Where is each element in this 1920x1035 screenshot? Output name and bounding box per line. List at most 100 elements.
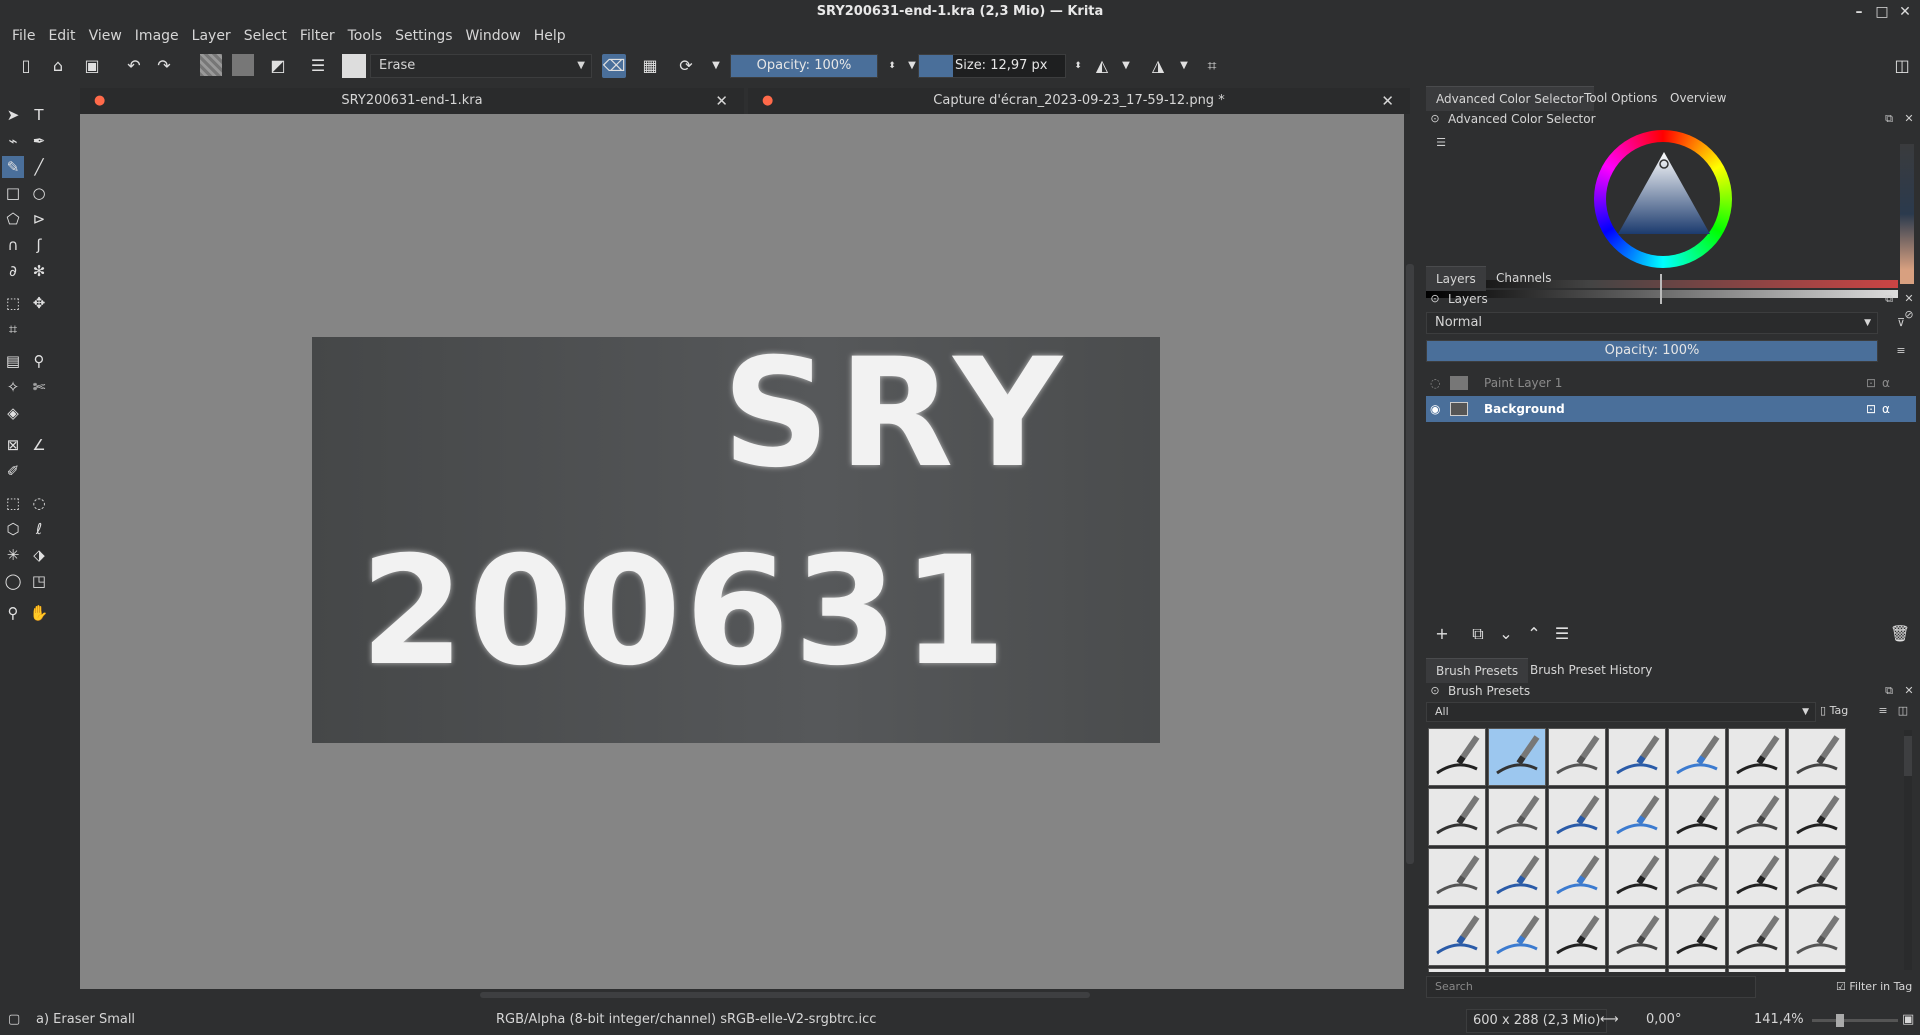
brush-preset-tile[interactable] xyxy=(1428,968,1486,972)
eraser-mode-icon[interactable]: ⌫ xyxy=(602,54,626,78)
brush-preset-tile[interactable] xyxy=(1488,848,1546,906)
tab-channels[interactable]: Channels xyxy=(1486,266,1562,290)
contiguous-select-icon[interactable]: ✳ xyxy=(2,544,24,566)
preset-scrollbar[interactable] xyxy=(1904,730,1912,970)
multibrush-icon[interactable]: ✻ xyxy=(28,260,50,282)
brush-preset-tile[interactable] xyxy=(1428,728,1486,786)
swap-colors-icon[interactable]: ◩ xyxy=(266,54,290,78)
layer-row-selected[interactable]: ◉ Background ⊡ α xyxy=(1426,396,1916,422)
float-icon[interactable]: ⧉ xyxy=(1882,292,1896,306)
freehand-brush-icon[interactable]: ✎ xyxy=(2,156,24,178)
tag-button[interactable]: ▯ Tag xyxy=(1820,704,1848,717)
brush-preset-tile[interactable] xyxy=(1488,788,1546,846)
freehand-path-icon[interactable]: ʃ xyxy=(28,234,50,256)
delete-layer-icon[interactable]: 🗑 xyxy=(1888,622,1912,646)
brush-preset-tile[interactable] xyxy=(1428,788,1486,846)
vertical-scrollbar[interactable] xyxy=(1404,114,1416,989)
alpha-icon[interactable]: α xyxy=(1882,370,1890,396)
ellipse-select-icon[interactable]: ◌ xyxy=(28,492,50,514)
brush-preset-tile[interactable] xyxy=(1728,908,1786,966)
scroll-thumb[interactable] xyxy=(1406,264,1414,864)
crop-tool-icon[interactable]: ⌗ xyxy=(2,318,24,340)
mirror-vertical-icon[interactable]: ◮ xyxy=(1146,54,1170,78)
settings-icon[interactable]: ☰ xyxy=(1434,136,1448,150)
brush-preset-tile[interactable] xyxy=(1788,968,1846,972)
lock-icon[interactable]: ⊙ xyxy=(1428,684,1442,698)
brush-preset-tile[interactable] xyxy=(1488,968,1546,972)
reference-tool-icon[interactable]: ✐ xyxy=(2,460,24,482)
menu-image[interactable]: Image xyxy=(135,28,179,44)
bezier-select-icon[interactable]: ◯ xyxy=(2,570,24,592)
text-tool-icon[interactable]: T xyxy=(28,104,50,126)
tab-capture[interactable]: ● Capture d'écran_2023-09-23_17-59-12.pn… xyxy=(748,88,1410,114)
brush-preset-tile[interactable] xyxy=(1788,788,1846,846)
close-icon[interactable]: ✕ xyxy=(1902,292,1916,306)
alpha-icon[interactable]: α xyxy=(1882,396,1890,422)
brush-preset-tile[interactable] xyxy=(1608,968,1666,972)
brush-preset-tile[interactable] xyxy=(1608,848,1666,906)
colorize-mask-icon[interactable]: ✧ xyxy=(2,376,24,398)
tab-brush-presets[interactable]: Brush Presets xyxy=(1426,658,1529,683)
brush-preset-tile[interactable] xyxy=(1668,848,1726,906)
polyline-tool-icon[interactable]: ⊳ xyxy=(28,208,50,230)
fill-gradient-icon[interactable] xyxy=(200,54,222,76)
select-shapes-icon[interactable]: ➤ xyxy=(2,104,24,126)
move-down-icon[interactable]: ⌄ xyxy=(1494,622,1518,646)
zoom-slider[interactable] xyxy=(1812,1014,1898,1027)
layer-properties-icon[interactable]: ☰ xyxy=(1550,622,1574,646)
new-document-icon[interactable]: ▯ xyxy=(14,54,38,78)
document-image[interactable]: SRY 200631 xyxy=(312,337,1160,743)
brush-preset-tile[interactable] xyxy=(1788,848,1846,906)
menu-tools[interactable]: Tools xyxy=(348,28,383,44)
size-stepper-icon[interactable]: ⬍ xyxy=(1066,54,1090,78)
preset-search-input[interactable]: Search xyxy=(1426,976,1756,998)
zoom-value[interactable]: 141,4% xyxy=(1754,1005,1804,1035)
tab-overview[interactable]: Overview xyxy=(1660,86,1737,110)
menu-view[interactable]: View xyxy=(89,28,122,44)
rectangle-tool-icon[interactable]: □ xyxy=(2,182,24,204)
brush-preset-tile[interactable] xyxy=(1728,728,1786,786)
brush-preset-tile[interactable] xyxy=(1728,968,1786,972)
color-history-strip[interactable] xyxy=(1900,144,1914,284)
rotation-value[interactable]: 0,00° xyxy=(1646,1005,1681,1035)
reload-preset-icon[interactable]: ⟳ xyxy=(674,54,698,78)
display-icon[interactable]: ◫ xyxy=(1896,704,1910,718)
visibility-off-icon[interactable]: ◌ xyxy=(1430,370,1440,396)
freehand-select-icon[interactable]: ℓ xyxy=(28,518,50,540)
duplicate-layer-icon[interactable]: ⧉ xyxy=(1466,622,1490,646)
close-icon[interactable]: ✕ xyxy=(1896,2,1914,22)
tab-tool-options[interactable]: Tool Options xyxy=(1574,86,1667,110)
menu-window[interactable]: Window xyxy=(466,28,521,44)
brush-preset-tile[interactable] xyxy=(1428,908,1486,966)
wrap-around-icon[interactable]: ⌗ xyxy=(1200,54,1224,78)
brush-preset-tile[interactable] xyxy=(1488,728,1546,786)
brush-preset-tile[interactable] xyxy=(1608,908,1666,966)
menu-layer[interactable]: Layer xyxy=(192,28,231,44)
menu-file[interactable]: File xyxy=(12,28,35,44)
preserve-alpha-icon[interactable]: ▦ xyxy=(638,54,662,78)
shade-bar-2[interactable] xyxy=(1426,290,1898,298)
lock-icon[interactable]: ⊡ xyxy=(1866,396,1876,422)
brush-preset-tile[interactable] xyxy=(1788,728,1846,786)
save-icon[interactable]: ▣ xyxy=(80,54,104,78)
menu-edit[interactable]: Edit xyxy=(48,28,75,44)
calligraphy-icon[interactable]: ✒ xyxy=(28,130,50,152)
move-tool-icon[interactable]: ✥ xyxy=(28,292,50,314)
brush-preset-tile[interactable] xyxy=(1668,968,1726,972)
pan-tool-icon[interactable]: ✋ xyxy=(28,602,50,624)
fullscreen-icon[interactable]: ▣ xyxy=(1902,1005,1914,1035)
close-icon[interactable]: ✕ xyxy=(1902,112,1916,126)
toggle-docker-icon[interactable]: ◫ xyxy=(1890,54,1914,78)
open-document-icon[interactable]: ⌂ xyxy=(46,54,70,78)
brush-preset-tile[interactable] xyxy=(1728,788,1786,846)
brush-preset-tile[interactable] xyxy=(1608,788,1666,846)
undo-icon[interactable]: ↶ xyxy=(122,54,146,78)
zoom-slider-handle[interactable] xyxy=(1836,1014,1844,1027)
brush-preset-tile[interactable] xyxy=(1548,788,1606,846)
redo-icon[interactable]: ↷ xyxy=(152,54,176,78)
rotation-icon[interactable]: ⟷ xyxy=(1600,1005,1619,1035)
scroll-thumb[interactable] xyxy=(1904,736,1912,776)
chevron-down-icon[interactable]: ▼ xyxy=(1172,54,1196,78)
chevron-down-icon[interactable]: ▼ xyxy=(704,54,728,78)
opacity-slider[interactable]: Opacity: 100% xyxy=(730,54,878,78)
